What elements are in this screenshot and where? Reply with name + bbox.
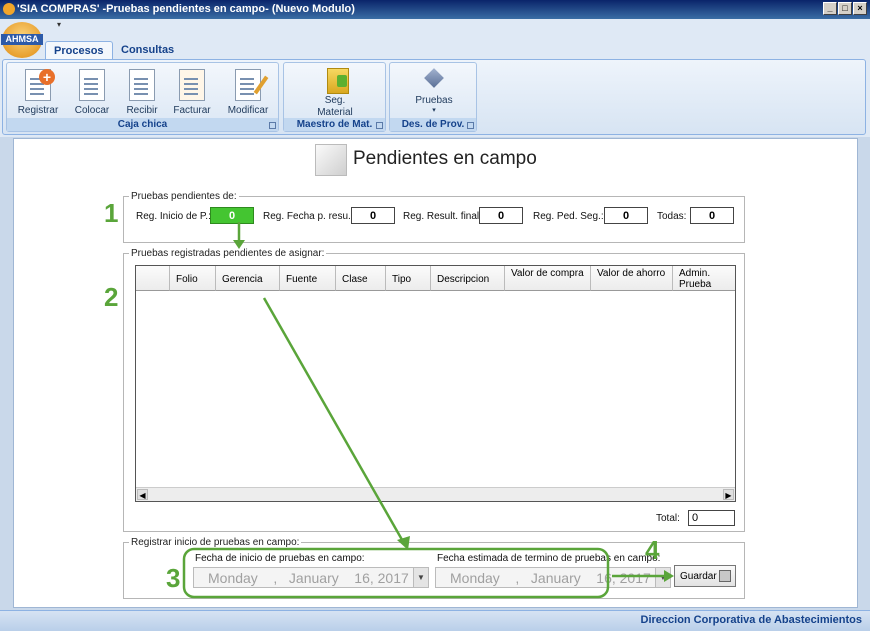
annotation-highlight-box: [182, 547, 610, 599]
annotation-arrow-2: [262, 297, 407, 546]
status-text: Direccion Corporativa de Abastecimientos: [640, 614, 863, 626]
annotation-arrowhead-1: [233, 240, 245, 249]
annotation-number-2: 2: [104, 282, 119, 312]
annotation-overlay: [182, 222, 674, 599]
annotation-number-1: 1: [104, 198, 119, 228]
status-bar: Direccion Corporativa de Abastecimientos: [0, 610, 870, 631]
annotation-number-4: 4: [645, 535, 660, 565]
annotation-number-3: 3: [166, 563, 181, 593]
annotation-arrowhead-4: [664, 570, 674, 582]
